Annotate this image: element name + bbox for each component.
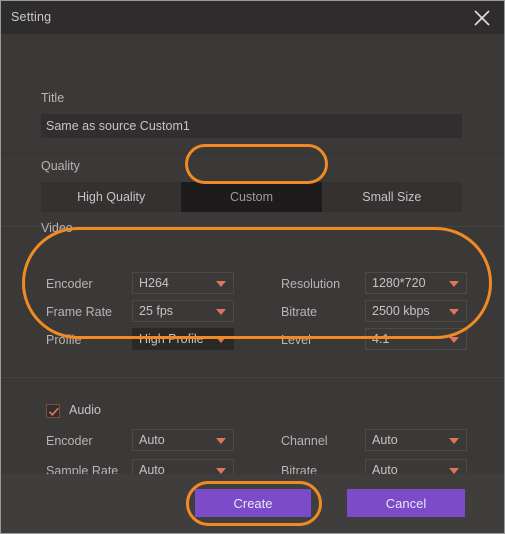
video-encoder-value: H264 bbox=[139, 276, 169, 290]
video-bitrate-dropdown[interactable]: 2500 kbps bbox=[365, 300, 467, 322]
dialog-body: Title Quality High Quality Custom Small … bbox=[1, 34, 504, 481]
close-button[interactable] bbox=[460, 1, 504, 34]
video-level-dropdown[interactable]: 4.1 bbox=[365, 328, 467, 350]
video-framerate-dropdown[interactable]: 25 fps bbox=[132, 300, 234, 322]
tab-high-quality[interactable]: High Quality bbox=[41, 182, 181, 212]
quality-tab-group: High Quality Custom Small Size bbox=[41, 182, 462, 212]
audio-channel-dropdown[interactable]: Auto bbox=[365, 429, 467, 451]
audio-encoder-dropdown[interactable]: Auto bbox=[132, 429, 234, 451]
video-encoder-dropdown[interactable]: H264 bbox=[132, 272, 234, 294]
tab-small-size[interactable]: Small Size bbox=[322, 182, 462, 212]
video-level-label: Level bbox=[281, 333, 311, 347]
divider-after-title bbox=[1, 153, 504, 154]
chevron-down-icon bbox=[216, 309, 226, 315]
chevron-down-icon bbox=[216, 337, 226, 343]
cancel-button[interactable]: Cancel bbox=[347, 489, 465, 517]
chevron-down-icon bbox=[216, 281, 226, 287]
video-section-label: Video bbox=[41, 221, 73, 235]
create-button[interactable]: Create bbox=[195, 489, 311, 517]
audio-section-label: Audio bbox=[69, 403, 101, 417]
divider-after-video bbox=[1, 377, 504, 378]
title-bar: Setting bbox=[1, 1, 504, 34]
chevron-down-icon bbox=[449, 438, 459, 444]
window-title: Setting bbox=[11, 10, 52, 24]
setting-dialog: Setting Title Quality High Quality Custo… bbox=[0, 0, 505, 534]
chevron-down-icon bbox=[449, 337, 459, 343]
video-framerate-label: Frame Rate bbox=[46, 305, 112, 319]
chevron-down-icon bbox=[449, 309, 459, 315]
chevron-down-icon bbox=[449, 281, 459, 287]
divider-after-quality bbox=[1, 226, 504, 227]
audio-channel-label: Channel bbox=[281, 434, 328, 448]
video-resolution-value: 1280*720 bbox=[372, 276, 426, 290]
audio-encoder-value: Auto bbox=[139, 433, 165, 447]
video-resolution-label: Resolution bbox=[281, 277, 341, 291]
video-level-value: 4.1 bbox=[372, 332, 390, 346]
video-bitrate-label: Bitrate bbox=[281, 305, 318, 319]
audio-channel-value: Auto bbox=[372, 433, 398, 447]
video-resolution-dropdown[interactable]: 1280*720 bbox=[365, 272, 467, 294]
video-profile-value: High Profile bbox=[139, 332, 204, 346]
dialog-footer: Create Cancel bbox=[1, 474, 504, 533]
audio-encoder-label: Encoder bbox=[46, 434, 93, 448]
quality-section-label: Quality bbox=[41, 159, 80, 173]
audio-checkbox[interactable] bbox=[46, 404, 60, 418]
video-profile-label: Profile bbox=[46, 333, 82, 347]
video-encoder-label: Encoder bbox=[46, 277, 93, 291]
tab-custom[interactable]: Custom bbox=[181, 182, 322, 212]
video-bitrate-value: 2500 kbps bbox=[372, 304, 430, 318]
title-section-label: Title bbox=[41, 91, 65, 105]
video-profile-dropdown[interactable]: High Profile bbox=[132, 328, 234, 350]
title-input[interactable] bbox=[41, 114, 462, 138]
video-framerate-value: 25 fps bbox=[139, 304, 174, 318]
chevron-down-icon bbox=[216, 438, 226, 444]
